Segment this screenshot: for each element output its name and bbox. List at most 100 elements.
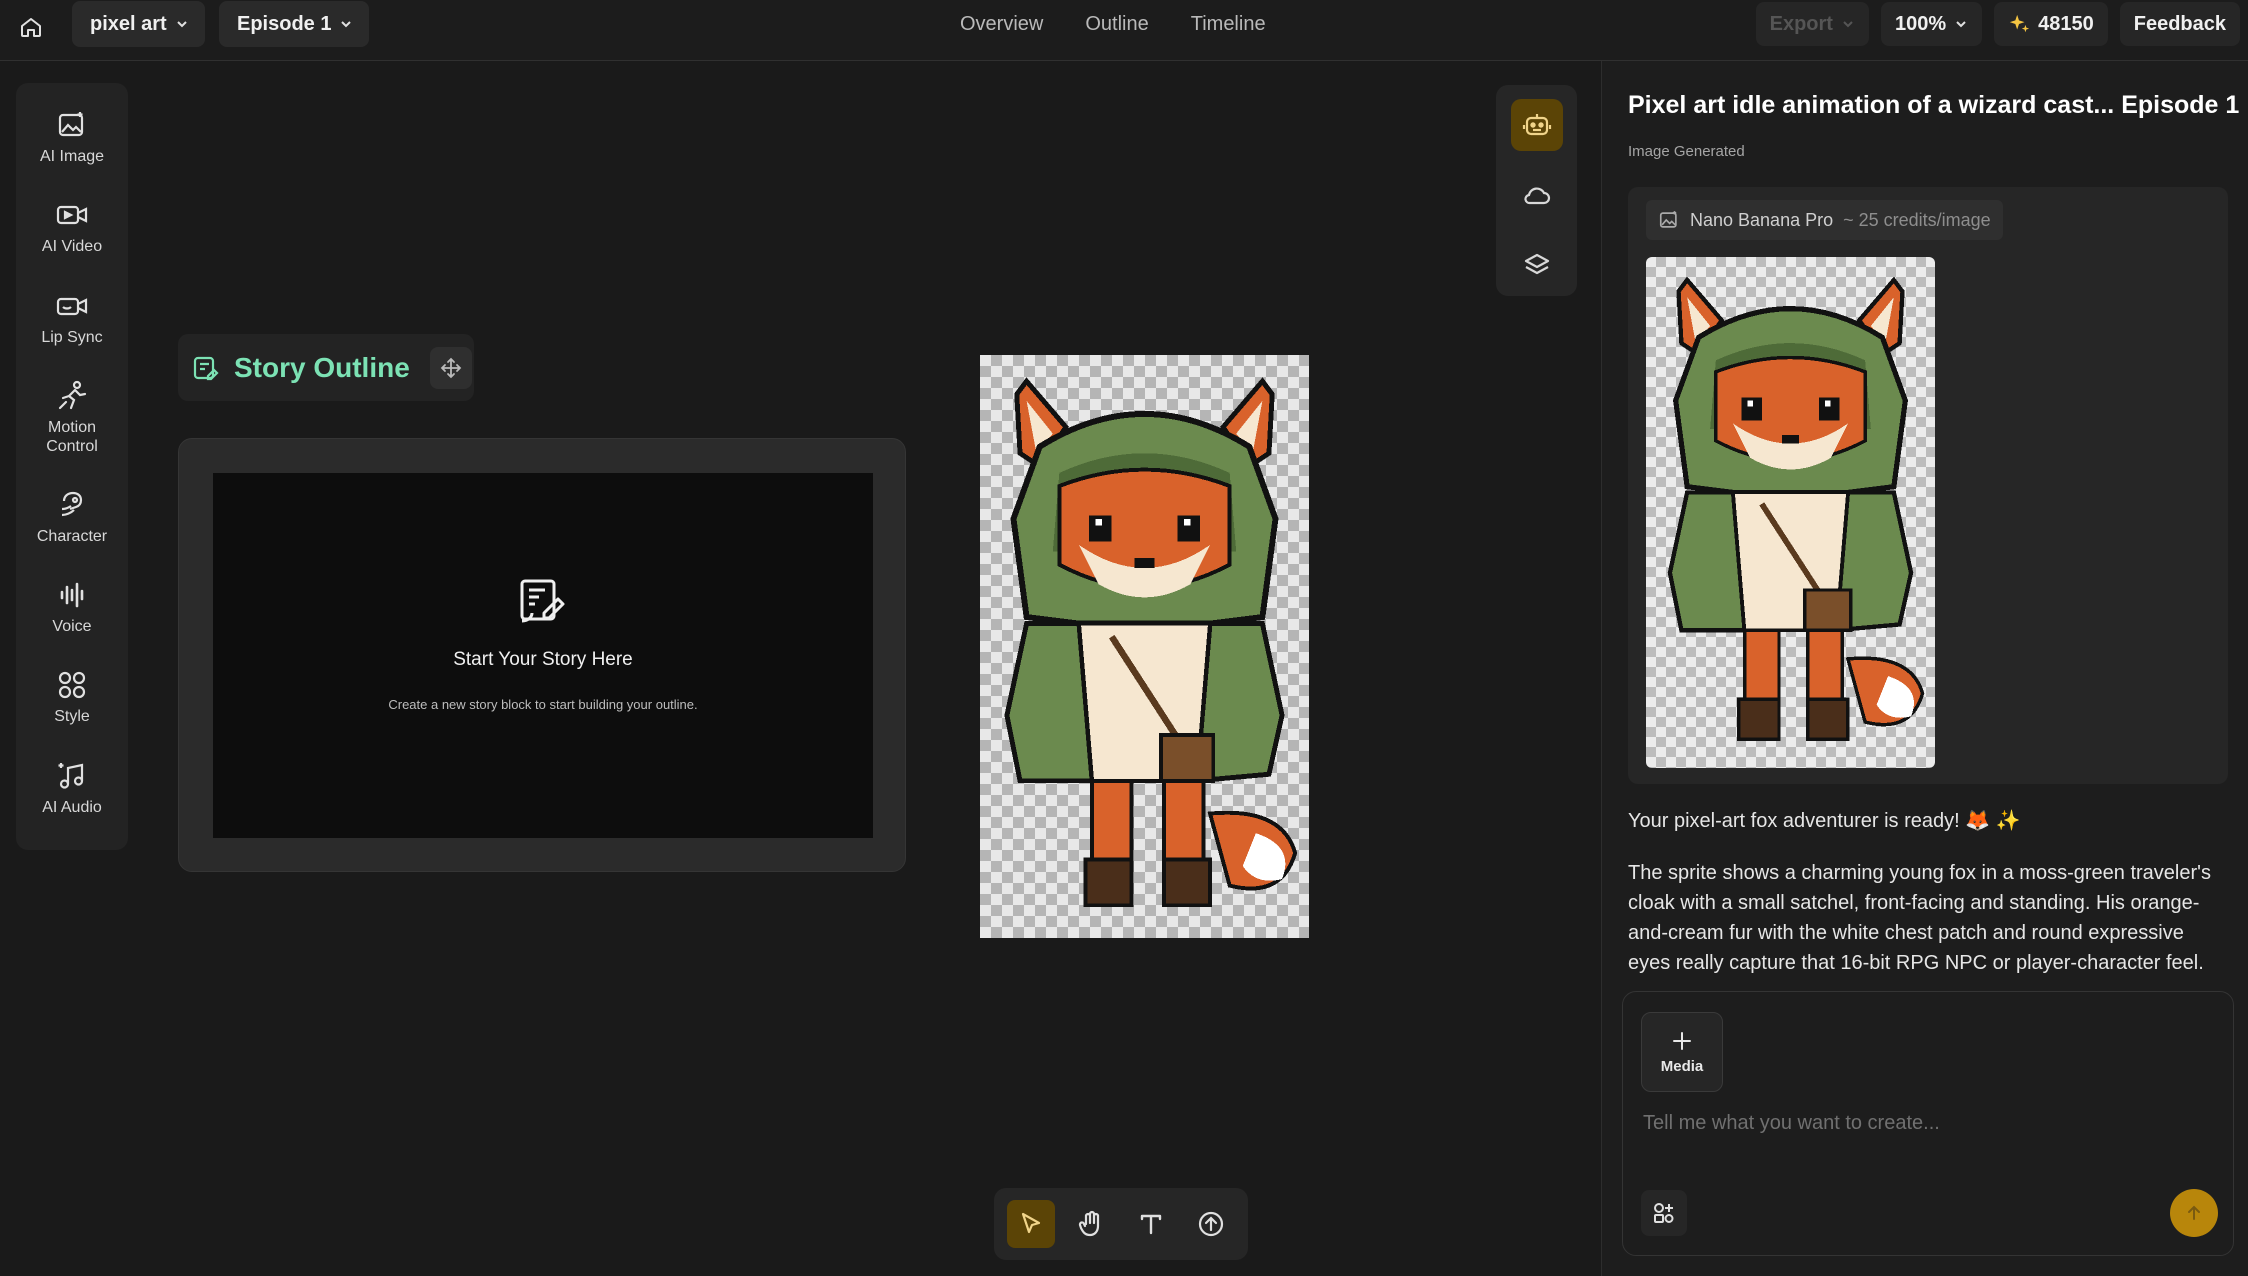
- upload-icon: [1198, 1211, 1224, 1237]
- tool-label: Lip Sync: [41, 328, 103, 346]
- panel-title: Pixel art idle animation of a wizard cas…: [1628, 91, 2240, 119]
- tool-ai-image[interactable]: AI Image: [22, 109, 122, 199]
- ai-video-icon: [56, 206, 88, 225]
- hand-icon: [1078, 1210, 1100, 1237]
- tool-label: Motion Control: [46, 418, 98, 455]
- outline-icon: [193, 356, 219, 380]
- model-chip[interactable]: Nano Banana Pro ~ 25 credits/image: [1646, 200, 2003, 240]
- prompt-input[interactable]: [1643, 1112, 2203, 1135]
- zoom-value: 100%: [1894, 12, 1947, 35]
- cursor-icon: [1021, 1212, 1041, 1234]
- voice-icon: [60, 582, 84, 608]
- assistant-panel: Pixel art idle animation of a wizard cas…: [1601, 61, 2248, 1276]
- select-tool[interactable]: [1007, 1200, 1055, 1248]
- empty-state-description: Create a new story block to start buildi…: [388, 697, 698, 712]
- topbar-controls: Export 100% 48150 Feedback: [1755, 1, 2248, 47]
- chevron-down-icon: [175, 17, 189, 31]
- generated-image-thumbnail[interactable]: [1646, 257, 1935, 768]
- upload-tool[interactable]: [1187, 1200, 1235, 1248]
- character-icon: [61, 491, 83, 517]
- motion-control-icon: [58, 380, 87, 409]
- nav-overview[interactable]: Overview: [960, 13, 1043, 36]
- ai-image-icon: [58, 112, 84, 137]
- export-button[interactable]: Export: [1755, 2, 1869, 46]
- chevron-down-icon: [1956, 21, 1966, 28]
- generation-card: Nano Banana Pro ~ 25 credits/image: [1628, 187, 2228, 784]
- tool-label: Style: [54, 708, 90, 726]
- canvas-generated-image[interactable]: [980, 355, 1309, 938]
- story-outline-empty-state[interactable]: Start Your Story Here Create a new story…: [213, 473, 873, 838]
- tool-label: AI Audio: [42, 798, 102, 816]
- project-dropdown[interactable]: pixel art: [72, 1, 205, 47]
- plus-icon: [1673, 1031, 1691, 1050]
- home-icon: [21, 18, 41, 37]
- lip-sync-icon: [56, 297, 88, 315]
- message-line: Your pixel-art fox adventurer is ready! …: [1628, 810, 2021, 832]
- feedback-label: Feedback: [2133, 12, 2226, 35]
- export-label: Export: [1769, 12, 1833, 35]
- move-icon: [440, 357, 462, 378]
- tool-label: AI Video: [41, 238, 103, 256]
- app-window: pixel art Episode 1 Overview Outline Tim…: [0, 0, 2248, 1276]
- tool-ai-audio[interactable]: AI Audio: [22, 760, 122, 850]
- arrow-up-icon: [2188, 1205, 2200, 1220]
- panel-status: Image Generated: [1628, 143, 1745, 160]
- canvas-side-tools: [1496, 85, 1577, 296]
- tool-lip-sync[interactable]: Lip Sync: [22, 290, 122, 380]
- tool-motion-control[interactable]: Motion Control: [22, 380, 122, 489]
- layers-icon: [1524, 253, 1549, 275]
- home-button[interactable]: [14, 10, 48, 44]
- layers-button[interactable]: [1511, 239, 1563, 291]
- media-label: Media: [1660, 1057, 1704, 1075]
- tool-label: Character: [36, 527, 108, 545]
- top-bar: pixel art Episode 1 Overview Outline Tim…: [0, 0, 2248, 61]
- left-toolbar: AI Image AI Video Lip Sync Motion Contro…: [16, 83, 128, 850]
- canvas-bottom-toolbar: [994, 1188, 1248, 1260]
- pan-tool[interactable]: [1067, 1200, 1115, 1248]
- feedback-button[interactable]: Feedback: [2119, 2, 2240, 46]
- model-name: Nano Banana Pro: [1690, 209, 1834, 230]
- write-story-icon: [520, 579, 565, 623]
- ai-audio-icon: [58, 762, 84, 789]
- project-name: pixel art: [90, 12, 167, 35]
- episode-dropdown[interactable]: Episode 1: [219, 1, 370, 47]
- text-icon: [1140, 1214, 1162, 1235]
- tool-character[interactable]: Character: [22, 489, 122, 579]
- chevron-down-icon: [1843, 21, 1853, 28]
- style-icon: [58, 672, 86, 699]
- model-credits: ~ 25 credits/image: [1843, 209, 1991, 230]
- empty-state-title: Start Your Story Here: [453, 649, 633, 670]
- add-media-button[interactable]: Media: [1641, 1012, 1723, 1092]
- move-handle[interactable]: [429, 346, 472, 389]
- story-outline-header[interactable]: Story Outline: [178, 334, 474, 401]
- tools-icon: [1654, 1203, 1674, 1223]
- story-outline-title: Story Outline: [234, 351, 410, 383]
- tool-ai-video[interactable]: AI Video: [22, 199, 122, 289]
- nav-timeline[interactable]: Timeline: [1191, 13, 1266, 36]
- credits-badge[interactable]: 48150: [1994, 2, 2108, 46]
- assistant-button[interactable]: [1510, 99, 1563, 151]
- story-outline-card: Start Your Story Here Create a new story…: [178, 438, 906, 872]
- main-nav: Overview Outline Timeline: [960, 0, 1266, 48]
- tool-style[interactable]: Style: [22, 669, 122, 759]
- message-body: The sprite shows a charming young fox in…: [1628, 862, 2211, 984]
- tool-voice[interactable]: Voice: [22, 579, 122, 669]
- chevron-down-icon: [339, 17, 353, 31]
- prompt-composer: Media: [1622, 991, 2234, 1256]
- credits-value: 48150: [2038, 12, 2094, 35]
- tools-button[interactable]: [1641, 1190, 1687, 1236]
- assistant-message: Your pixel-art fox adventurer is ready! …: [1628, 806, 2228, 984]
- pixel-fox-image: [1004, 377, 1298, 908]
- send-button[interactable]: [2170, 1189, 2218, 1237]
- robot-icon: [1522, 114, 1551, 136]
- cloud-icon: [1523, 187, 1550, 205]
- nav-outline[interactable]: Outline: [1085, 13, 1148, 36]
- cloud-button[interactable]: [1511, 169, 1563, 221]
- tool-label: AI Image: [39, 148, 105, 165]
- sparkle-icon: [2009, 14, 2030, 33]
- text-tool[interactable]: [1127, 1200, 1175, 1248]
- pixel-fox-image: [1667, 276, 1925, 742]
- zoom-dropdown[interactable]: 100%: [1880, 2, 1983, 46]
- episode-name: Episode 1: [237, 12, 332, 35]
- ai-image-icon: [1659, 211, 1677, 228]
